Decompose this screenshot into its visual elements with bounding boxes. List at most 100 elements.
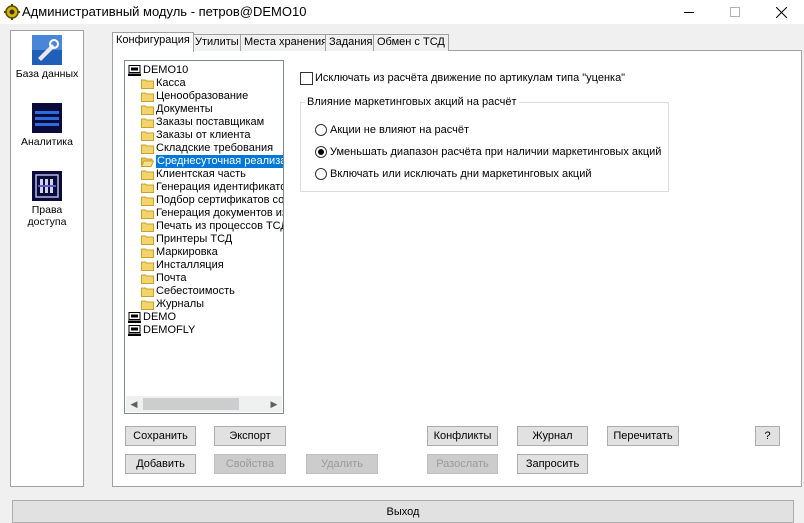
scroll-left-icon[interactable]: ◀ xyxy=(126,396,142,412)
tab-jobs[interactable]: Задания xyxy=(325,34,377,51)
export-button[interactable]: Экспорт xyxy=(214,426,286,446)
tree-root-demo[interactable]: DEMO xyxy=(128,311,176,324)
left-nav-panel: База данных Аналитика Права доступа xyxy=(10,30,84,487)
nav-label-analytics: Аналитика xyxy=(21,136,73,148)
tree-node-label: Инсталляция xyxy=(156,259,224,271)
tree-node[interactable]: Маркировка xyxy=(141,246,218,259)
radio-reduce-range[interactable] xyxy=(315,146,327,158)
gear-app-icon xyxy=(4,4,20,20)
tree-node[interactable]: Клиентская часть xyxy=(141,168,246,181)
scroll-thumb[interactable] xyxy=(143,398,239,410)
nav-item-access-rights[interactable]: Права доступа xyxy=(11,171,83,228)
delete-button[interactable]: Удалить xyxy=(306,454,378,474)
tree-node-label: Генерация идентификатор xyxy=(156,181,284,193)
open-folder-icon xyxy=(141,157,154,167)
tree-node[interactable]: Почта xyxy=(141,272,187,285)
tree-horizontal-scrollbar[interactable]: ◀ ▶ xyxy=(126,396,282,412)
minimize-button[interactable] xyxy=(666,0,712,24)
tree-node[interactable]: Среднесуточная реализац xyxy=(141,155,283,168)
minimize-icon xyxy=(684,12,694,13)
maximize-button[interactable] xyxy=(712,0,758,24)
folder-icon xyxy=(141,92,154,102)
tree-node[interactable]: Ценообразование xyxy=(141,90,248,103)
folder-icon xyxy=(141,183,154,193)
folder-icon xyxy=(141,235,154,245)
tree-node-label: Себестоимость xyxy=(156,285,235,297)
tree-node-label: Документы xyxy=(156,103,213,115)
tree-root-demo10[interactable]: DEMO10 xyxy=(128,64,188,77)
radio-no-effect[interactable] xyxy=(315,124,327,136)
analytics-icon xyxy=(32,103,62,133)
tree-node-label: Подбор сертификатов соо xyxy=(156,194,284,206)
tree-node-label: Генерация документов из xyxy=(156,207,284,219)
tree-node-label: Складские требования xyxy=(156,142,274,154)
window-title: Административный модуль - петров@DEMO10 xyxy=(22,4,307,19)
scroll-right-icon[interactable]: ▶ xyxy=(266,396,282,412)
nav-label-database: База данных xyxy=(15,68,79,80)
tab-tsd-exchange[interactable]: Обмен с ТСД xyxy=(373,34,449,51)
tree-node[interactable]: Генерация идентификатор xyxy=(141,181,284,194)
exclude-markdown-checkbox[interactable] xyxy=(300,72,313,85)
tree-node-label: Касса xyxy=(156,77,186,89)
tree-node[interactable]: Заказы от клиента xyxy=(141,129,251,142)
folder-icon xyxy=(141,79,154,89)
close-button[interactable] xyxy=(758,0,804,24)
tab-utilities[interactable]: Утилиты xyxy=(191,34,243,51)
tree-node-label: Среднесуточная реализац xyxy=(156,155,283,168)
properties-button[interactable]: Свойства xyxy=(214,454,286,474)
tree-node-label: DEMOFLY xyxy=(143,324,196,336)
tree-node-label: Печать из процессов ТСД xyxy=(156,220,284,232)
request-button[interactable]: Запросить xyxy=(517,454,588,474)
computer-icon xyxy=(128,65,141,76)
add-button[interactable]: Добавить xyxy=(125,454,196,474)
nav-item-database[interactable]: База данных xyxy=(11,35,83,80)
tree-node[interactable]: Касса xyxy=(141,77,186,90)
tree-node[interactable]: Журналы xyxy=(141,298,204,311)
tree-node[interactable]: Документы xyxy=(141,103,213,116)
folder-icon xyxy=(141,170,154,180)
folder-icon xyxy=(141,222,154,232)
folder-icon xyxy=(141,248,154,258)
tree-node-label: Ценообразование xyxy=(156,90,249,102)
maximize-icon xyxy=(730,7,740,17)
folder-icon xyxy=(141,209,154,219)
send-button[interactable]: Разослать xyxy=(427,454,498,474)
reread-button[interactable]: Перечитать xyxy=(607,426,679,446)
tree-node-label: DEMO10 xyxy=(143,64,189,76)
tab-storage-locations[interactable]: Места хранения xyxy=(240,34,332,51)
marketing-group-title: Влияние маркетинговых акций на расчёт xyxy=(305,96,519,108)
help-button[interactable]: ? xyxy=(755,426,780,446)
tree-node[interactable]: Себестоимость xyxy=(141,285,235,298)
tree-node-label: Маркировка xyxy=(156,246,218,258)
exit-button[interactable]: Выход xyxy=(12,500,794,523)
database-tree[interactable]: DEMO10 Касса Ценообразование Документы Заказ… xyxy=(124,60,284,414)
tree-node[interactable]: Складские требования xyxy=(141,142,273,155)
folder-icon xyxy=(141,261,154,271)
save-button[interactable]: Сохранить xyxy=(125,426,196,446)
access-rights-icon xyxy=(32,171,62,201)
radio-reduce-range-label: Уменьшать диапазон расчёта при наличии м… xyxy=(330,146,662,158)
tree-root-demofly[interactable]: DEMOFLY xyxy=(128,324,195,337)
folder-icon xyxy=(141,196,154,206)
tree-node[interactable]: Генерация документов из xyxy=(141,207,284,220)
folder-icon xyxy=(141,105,154,115)
radio-include-exclude-days[interactable] xyxy=(315,168,327,180)
radio-no-effect-label: Акции не влияют на расчёт xyxy=(330,124,470,136)
tab-configuration[interactable]: Конфигурация xyxy=(112,32,194,52)
tree-node[interactable]: Заказы поставщикам xyxy=(141,116,264,129)
tree-node[interactable]: Инсталляция xyxy=(141,259,224,272)
tree-node[interactable]: Печать из процессов ТСД xyxy=(141,220,284,233)
exclude-markdown-label: Исключать из расчёта движение по артикул… xyxy=(315,72,626,84)
tree-node[interactable]: Подбор сертификатов соо xyxy=(141,194,284,207)
nav-label-access-rights: Права доступа xyxy=(27,204,67,228)
conflicts-button[interactable]: Конфликты xyxy=(427,426,498,446)
close-icon xyxy=(775,6,787,18)
tree-node-label: DEMO xyxy=(143,311,176,323)
folder-icon xyxy=(141,287,154,297)
tree-node-label: Почта xyxy=(156,272,187,284)
tree-node-label: Заказы поставщикам xyxy=(156,116,265,128)
journal-button[interactable]: Журнал xyxy=(517,426,588,446)
tree-node[interactable]: Принтеры ТСД xyxy=(141,233,232,246)
nav-item-analytics[interactable]: Аналитика xyxy=(11,103,83,148)
folder-icon xyxy=(141,274,154,284)
